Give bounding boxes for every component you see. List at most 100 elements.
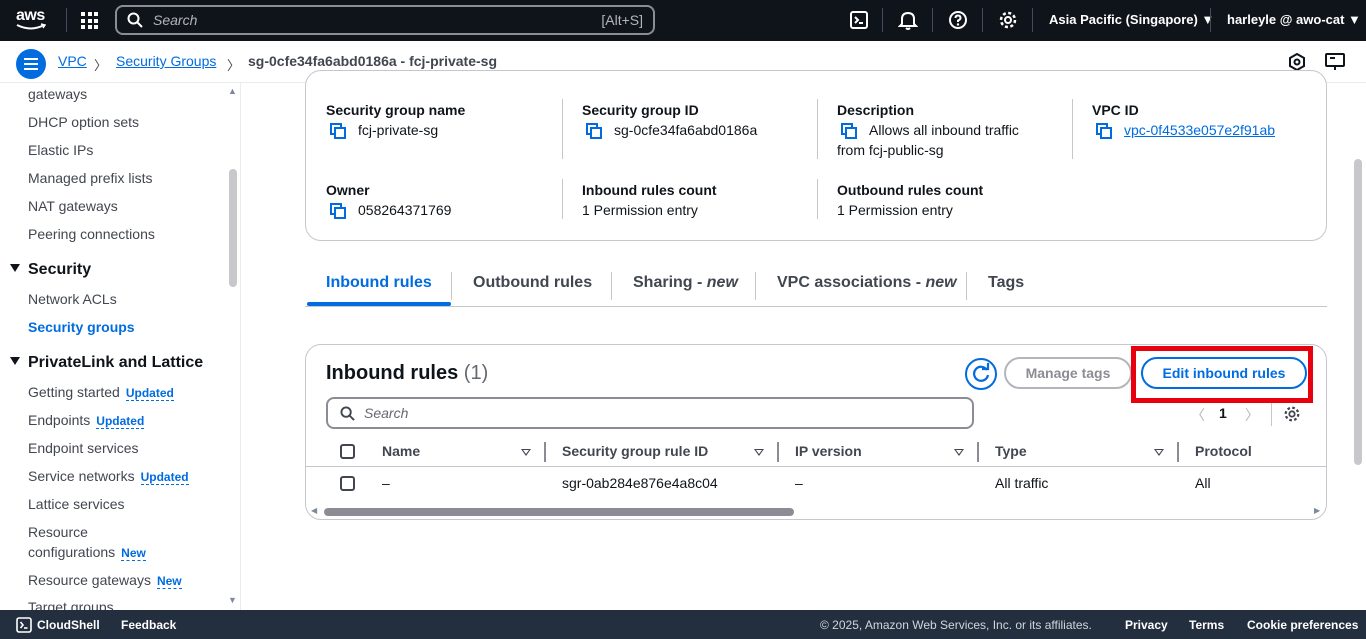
sidebar-item-service-networks[interactable]: Service networks Updated bbox=[28, 468, 189, 485]
cookie-preferences-link[interactable]: Cookie preferences bbox=[1247, 618, 1358, 632]
tab-divider bbox=[451, 272, 452, 300]
rules-search-input[interactable]: Search bbox=[326, 397, 974, 429]
breadcrumb-current: sg-0cfe34fa6abd0186a - fcj-private-sg bbox=[248, 53, 497, 69]
column-resizer[interactable] bbox=[777, 442, 779, 462]
menu-toggle-button[interactable] bbox=[16, 49, 46, 79]
copy-icon[interactable] bbox=[330, 203, 346, 219]
cloudshell-icon[interactable] bbox=[849, 10, 869, 30]
tab-outbound-rules[interactable]: Outbound rules bbox=[473, 274, 592, 292]
scroll-left-icon[interactable]: ◀ bbox=[311, 506, 317, 515]
sidebar-item-nat-gateways[interactable]: NAT gateways bbox=[28, 198, 118, 214]
main-scrollbar-thumb[interactable] bbox=[1354, 159, 1362, 465]
sort-icon[interactable] bbox=[754, 449, 764, 456]
aws-logo[interactable]: aws bbox=[16, 7, 50, 33]
column-resizer[interactable] bbox=[977, 442, 979, 462]
column-header-rule-id[interactable]: Security group rule ID bbox=[562, 443, 708, 459]
feedback-screen-icon[interactable] bbox=[1325, 53, 1345, 71]
updated-badge: Updated bbox=[140, 470, 189, 485]
scroll-right-icon[interactable]: ▶ bbox=[1314, 506, 1320, 515]
search-placeholder: Search bbox=[364, 405, 409, 421]
services-grid-icon[interactable] bbox=[81, 12, 98, 29]
tab-vpc-associations[interactable]: VPC associations - new bbox=[777, 274, 957, 292]
terms-link[interactable]: Terms bbox=[1189, 618, 1224, 632]
tab-inbound-rules[interactable]: Inbound rules bbox=[326, 274, 432, 292]
sidebar-item-endpoint-services[interactable]: Endpoint services bbox=[28, 440, 139, 456]
tab-label: Sharing - bbox=[633, 274, 707, 291]
region-selector[interactable]: Asia Pacific (Singapore) ▼ bbox=[1049, 12, 1214, 27]
horizontal-scrollbar-thumb[interactable] bbox=[324, 508, 794, 516]
manage-tags-button[interactable]: Manage tags bbox=[1004, 357, 1132, 389]
nav-divider bbox=[882, 8, 883, 32]
column-header-type[interactable]: Type bbox=[995, 443, 1027, 459]
new-badge: New bbox=[156, 574, 182, 589]
help-icon[interactable] bbox=[948, 10, 968, 30]
copy-icon[interactable] bbox=[586, 123, 602, 139]
tab-divider bbox=[611, 272, 612, 300]
next-page-icon[interactable]: 〉 bbox=[1245, 405, 1259, 425]
description-value-line2: from fcj-public-sg bbox=[837, 142, 944, 158]
privacy-link[interactable]: Privacy bbox=[1125, 618, 1168, 632]
sidebar-scrollbar[interactable] bbox=[227, 83, 239, 610]
bell-icon[interactable] bbox=[898, 10, 918, 30]
account-menu[interactable]: harleyle @ awo-cat ▼ bbox=[1227, 12, 1361, 27]
panel-title: Inbound rules (1) bbox=[326, 362, 488, 385]
outbound-count-label: Outbound rules count bbox=[837, 182, 984, 198]
inbound-count-label: Inbound rules count bbox=[582, 182, 717, 198]
outbound-count-value: 1 Permission entry bbox=[837, 202, 953, 218]
global-search-input[interactable]: Search [Alt+S] bbox=[115, 5, 655, 35]
column-divider bbox=[1072, 99, 1073, 159]
caret-down-icon bbox=[10, 357, 20, 365]
table-settings-gear-icon[interactable] bbox=[1283, 405, 1301, 423]
page-number[interactable]: 1 bbox=[1219, 405, 1227, 421]
sidebar-item-network-acls[interactable]: Network ACLs bbox=[28, 291, 117, 307]
column-resizer[interactable] bbox=[1177, 442, 1179, 462]
sidebar-item-prefix-lists[interactable]: Managed prefix lists bbox=[28, 170, 153, 186]
prev-page-icon[interactable]: 〈 bbox=[1191, 405, 1205, 425]
breadcrumb-security-groups[interactable]: Security Groups bbox=[116, 53, 216, 69]
cloudshell-link[interactable]: CloudShell bbox=[37, 618, 100, 632]
column-header-ip-version[interactable]: IP version bbox=[795, 443, 862, 459]
sidebar-section-security[interactable]: Security bbox=[10, 261, 91, 279]
sort-icon[interactable] bbox=[521, 449, 531, 456]
tab-tags[interactable]: Tags bbox=[988, 274, 1024, 292]
security-group-details: Security group name fcj-private-sg Secur… bbox=[305, 70, 1327, 241]
sidebar-item-elastic-ips[interactable]: Elastic IPs bbox=[28, 142, 93, 158]
column-header-protocol[interactable]: Protocol bbox=[1195, 443, 1252, 459]
select-all-checkbox[interactable] bbox=[340, 444, 355, 459]
refresh-button[interactable] bbox=[965, 358, 997, 390]
vpc-id-link[interactable]: vpc-0f4533e057e2f91ab bbox=[1124, 120, 1275, 140]
tab-sharing[interactable]: Sharing - new bbox=[633, 274, 738, 292]
column-resizer[interactable] bbox=[544, 442, 546, 462]
sidebar-item-gateways[interactable]: gateways bbox=[28, 86, 87, 102]
sidebar-item-endpoints[interactable]: Endpoints Updated bbox=[28, 412, 145, 429]
scroll-down-icon[interactable]: ▼ bbox=[228, 595, 237, 605]
row-checkbox[interactable] bbox=[340, 476, 355, 491]
hexagon-icon[interactable] bbox=[1288, 53, 1306, 71]
sidebar-item-resource-configurations[interactable]: Resource configurations New bbox=[28, 524, 146, 564]
copy-icon[interactable] bbox=[841, 123, 857, 139]
column-divider bbox=[562, 99, 563, 159]
copy-icon[interactable] bbox=[330, 123, 346, 139]
sidebar-section-privatelink[interactable]: PrivateLink and Lattice bbox=[10, 354, 203, 372]
console-footer: CloudShell Feedback © 2025, Amazon Web S… bbox=[0, 610, 1366, 639]
copy-icon[interactable] bbox=[1096, 123, 1112, 139]
sidebar-item-getting-started[interactable]: Getting started Updated bbox=[28, 384, 174, 401]
column-header-name[interactable]: Name bbox=[382, 443, 420, 459]
sidebar-item-target-groups[interactable]: Target groups bbox=[28, 599, 114, 610]
sidebar-item-lattice-services[interactable]: Lattice services bbox=[28, 496, 124, 512]
breadcrumb-vpc[interactable]: VPC bbox=[58, 53, 87, 69]
refresh-icon bbox=[973, 363, 990, 382]
sort-icon[interactable] bbox=[1154, 449, 1164, 456]
scroll-up-icon[interactable]: ▲ bbox=[228, 86, 237, 96]
cloudshell-icon[interactable] bbox=[16, 617, 32, 633]
sort-icon[interactable] bbox=[954, 449, 964, 456]
sidebar-item-peering[interactable]: Peering connections bbox=[28, 226, 155, 242]
sidebar-item-dhcp[interactable]: DHCP option sets bbox=[28, 114, 139, 130]
gear-icon[interactable] bbox=[998, 10, 1018, 30]
sidebar-item-resource-gateways[interactable]: Resource gateways New bbox=[28, 572, 182, 589]
search-shortcut: [Alt+S] bbox=[601, 12, 643, 28]
sidebar-item-security-groups[interactable]: Security groups bbox=[28, 319, 135, 335]
sidebar-scrollbar-thumb[interactable] bbox=[229, 169, 237, 287]
chevron-right-icon: 〉 bbox=[227, 58, 241, 73]
feedback-link[interactable]: Feedback bbox=[121, 618, 176, 632]
